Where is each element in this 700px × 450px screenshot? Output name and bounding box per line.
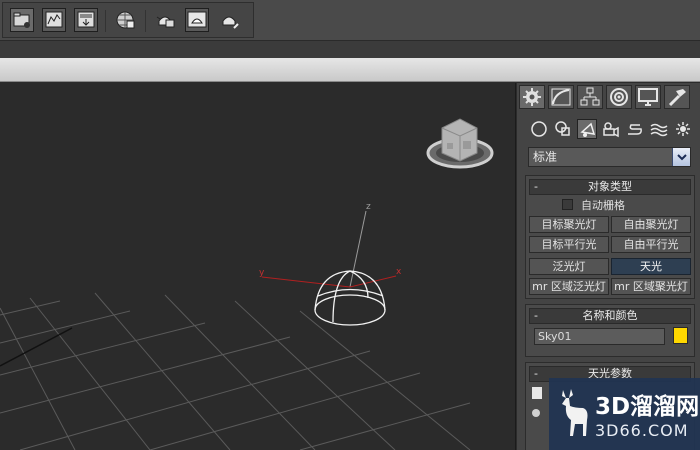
object-type-title: 对象类型 <box>588 180 632 193</box>
cameras-subtab[interactable] <box>601 119 621 139</box>
target-direct-button[interactable]: 目标平行光 <box>529 236 609 253</box>
object-type-rollout: - 对象类型 自动栅格 目标聚光灯 自由聚光灯 目标平行光 自由平行光 泛光灯 … <box>525 175 695 299</box>
modify-tab[interactable] <box>548 85 574 109</box>
toolbar-separator <box>145 10 146 32</box>
site-watermark: 3D溜溜网 3D66.COM <box>549 378 700 450</box>
graph-editor-icon[interactable] <box>42 8 66 32</box>
deer-logo-icon <box>562 389 588 436</box>
utilities-tab[interactable] <box>664 85 690 109</box>
autogrid-label: 自动栅格 <box>581 199 625 212</box>
main-toolbar <box>0 0 700 40</box>
object-name-input[interactable]: Sky01 <box>534 328 665 345</box>
name-color-rollout: - 名称和颜色 Sky01 <box>525 304 695 357</box>
viewcube <box>426 118 494 169</box>
free-spot-button[interactable]: 自由聚光灯 <box>611 216 691 233</box>
collapse-icon[interactable]: - <box>534 367 538 381</box>
skylight-button[interactable]: 天光 <box>611 258 691 275</box>
radio-button[interactable] <box>532 409 540 417</box>
object-category-value: 标准 <box>533 150 558 164</box>
helpers-subtab[interactable] <box>625 119 645 139</box>
render-frame-window-icon[interactable] <box>185 8 209 32</box>
lights-subtab[interactable] <box>577 119 597 139</box>
chevron-down-icon[interactable] <box>672 148 690 166</box>
hierarchy-tab[interactable] <box>577 85 603 109</box>
omni-button[interactable]: 泛光灯 <box>529 258 609 275</box>
render-frame-icon[interactable] <box>74 8 98 32</box>
shapes-subtab[interactable] <box>553 119 573 139</box>
axis-label-y: y <box>259 268 265 278</box>
name-color-header[interactable]: - 名称和颜色 <box>529 308 691 324</box>
render-toolbar-group <box>2 2 254 38</box>
collapse-icon[interactable]: - <box>534 180 538 194</box>
skylight-gizmo[interactable] <box>261 210 397 326</box>
watermark-title: 3D溜溜网 <box>595 394 700 420</box>
toolbar-separator <box>105 10 106 32</box>
watermark-subtitle: 3D66.COM <box>595 421 689 440</box>
folder-render-icon[interactable] <box>10 8 34 32</box>
render-production-icon[interactable] <box>217 8 241 32</box>
object-type-header[interactable]: - 对象类型 <box>529 179 691 195</box>
material-editor-icon[interactable] <box>113 8 137 32</box>
on-checkbox[interactable] <box>532 387 542 399</box>
ribbon-band <box>0 58 700 82</box>
autogrid-checkbox[interactable] <box>562 199 573 210</box>
mr-area-spot-button[interactable]: mr 区域聚光灯 <box>611 278 691 295</box>
display-tab[interactable] <box>635 85 661 109</box>
systems-subtab[interactable] <box>673 119 693 139</box>
name-color-title: 名称和颜色 <box>582 309 638 322</box>
object-category-dropdown[interactable]: 标准 <box>528 147 691 167</box>
collapse-icon[interactable]: - <box>534 309 538 323</box>
home-grid <box>0 292 471 450</box>
axis-label-z: z <box>366 202 371 212</box>
free-direct-button[interactable]: 自由平行光 <box>611 236 691 253</box>
viewport-canvas: z y x <box>0 118 494 450</box>
app-window: z y x 标准 - 对象类型 自动栅格 目标聚光灯 自由聚光灯 目标平行光 自… <box>0 0 700 450</box>
create-tab[interactable] <box>519 85 545 109</box>
axis-label-x: x <box>396 267 402 277</box>
geometry-subtab[interactable] <box>529 119 549 139</box>
target-spot-button[interactable]: 目标聚光灯 <box>529 216 609 233</box>
motion-tab[interactable] <box>606 85 632 109</box>
render-setup-icon[interactable] <box>153 8 177 32</box>
object-color-swatch[interactable] <box>673 327 688 344</box>
secondary-toolbar-strip <box>0 40 700 58</box>
autogrid-checkbox-row[interactable]: 自动栅格 <box>562 199 625 213</box>
space-warps-subtab[interactable] <box>649 119 669 139</box>
perspective-viewport[interactable]: z y x <box>0 83 516 450</box>
mr-area-omni-button[interactable]: mr 区域泛光灯 <box>529 278 609 295</box>
